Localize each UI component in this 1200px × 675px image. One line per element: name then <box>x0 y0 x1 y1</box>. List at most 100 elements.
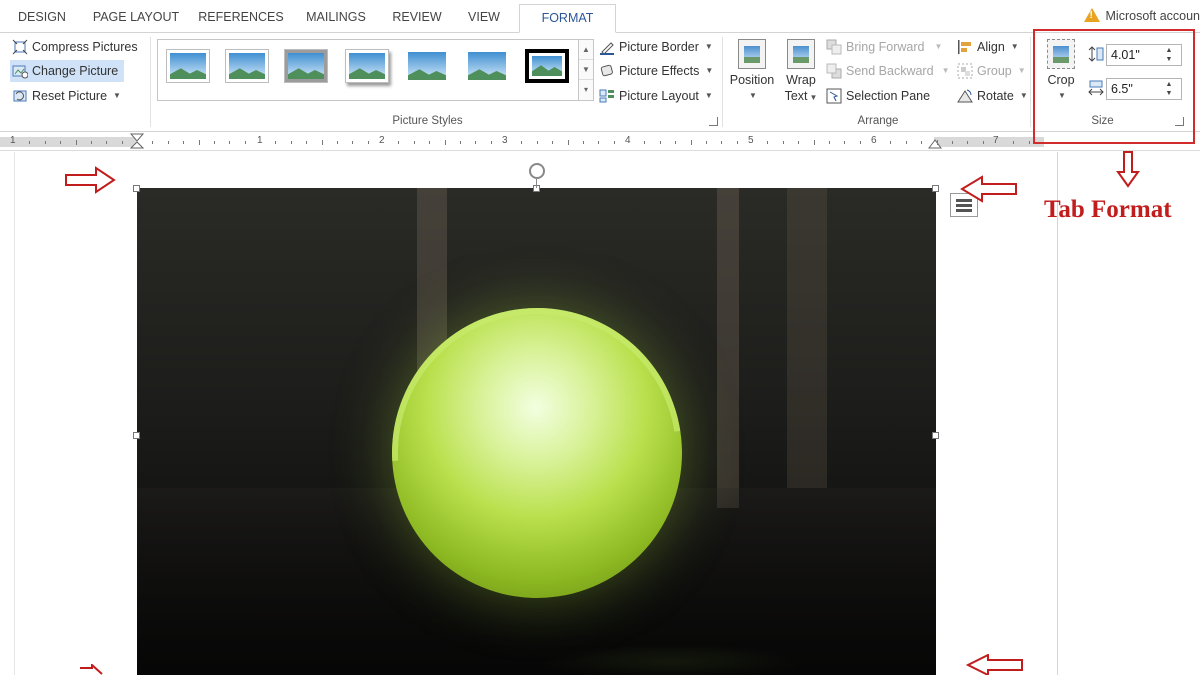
ruler-tick <box>229 141 230 144</box>
chevron-down-icon: ▼ <box>704 42 713 51</box>
picture-layout-button[interactable]: Picture Layout ▼ <box>599 85 713 107</box>
style-drop-shadow[interactable] <box>345 49 389 83</box>
account-menu[interactable]: Microsoft accoun <box>1083 8 1200 23</box>
style-soft-edge[interactable] <box>465 49 509 83</box>
picture-styles-group-label: Picture Styles <box>392 115 463 127</box>
style-metal-frame[interactable] <box>284 49 328 83</box>
ruler-tick <box>60 141 61 144</box>
ruler-number: 6 <box>871 135 877 146</box>
align-label: Align <box>977 40 1005 54</box>
ruler-tick <box>337 141 338 144</box>
ruler-tick <box>199 140 200 145</box>
picture-effects-button[interactable]: Picture Effects ▼ <box>599 60 713 82</box>
ruler-number: 5 <box>748 135 754 146</box>
dialog-launcher-icon[interactable] <box>709 117 718 126</box>
ruler-tick <box>491 141 492 144</box>
tab-references[interactable]: REFERENCES <box>196 6 286 32</box>
style-thick-black-frame[interactable] <box>525 49 569 83</box>
bring-forward-label: Bring Forward <box>846 40 925 54</box>
rotate-handle-icon[interactable] <box>529 163 545 179</box>
left-arrow-icon <box>965 654 1023 675</box>
right-indent-marker[interactable] <box>928 139 942 151</box>
selection-pane-button[interactable]: Selection Pane <box>826 85 930 107</box>
chevron-down-icon: ▼ <box>749 91 757 100</box>
selected-picture[interactable] <box>137 188 936 675</box>
change-picture-icon <box>12 63 29 79</box>
scroll-up-icon[interactable]: ▲ <box>579 40 593 60</box>
chevron-down-icon: ▼ <box>1017 66 1026 75</box>
position-label: Position <box>729 73 775 87</box>
pencil-icon <box>599 39 615 55</box>
tab-view[interactable]: VIEW <box>460 6 508 32</box>
send-backward-icon <box>826 63 842 79</box>
ruler-tick <box>460 141 461 144</box>
effects-icon <box>599 63 615 79</box>
ruler-tick <box>122 141 123 144</box>
ruler-tick <box>475 141 476 144</box>
style-beveled-matte[interactable] <box>225 49 269 83</box>
ruler-tick <box>1013 141 1014 144</box>
send-backward-button[interactable]: Send Backward ▼ <box>826 60 949 82</box>
ruler-tick <box>568 140 569 145</box>
position-icon <box>738 39 766 69</box>
resize-handle-right[interactable] <box>932 432 939 439</box>
resize-handle-top-left[interactable] <box>133 185 140 192</box>
bring-forward-button[interactable]: Bring Forward ▼ <box>826 36 942 58</box>
rotate-button[interactable]: Rotate ▼ <box>957 85 1028 107</box>
ruler-tick <box>106 141 107 144</box>
tab-review[interactable]: REVIEW <box>386 6 448 32</box>
size-group-highlight <box>1033 29 1195 144</box>
reset-picture-button[interactable]: Reset Picture ▼ <box>12 85 121 107</box>
background-beam <box>787 188 827 488</box>
chevron-down-icon: ▼ <box>809 93 818 102</box>
picture-layout-label: Picture Layout <box>619 89 699 103</box>
ruler-tick <box>275 141 276 144</box>
rotate-label: Rotate <box>977 89 1014 103</box>
style-simple-frame[interactable] <box>166 49 210 83</box>
ruler-tick <box>783 141 784 144</box>
compress-pictures-button[interactable]: Compress Pictures <box>12 36 138 58</box>
tab-mailings[interactable]: MAILINGS <box>298 6 374 32</box>
resize-handle-top-right[interactable] <box>932 185 939 192</box>
ruler-tick <box>214 141 215 144</box>
left-arrow-icon <box>960 175 1017 203</box>
picture-styles-gallery <box>157 39 579 101</box>
resize-handle-left[interactable] <box>133 432 140 439</box>
reset-picture-label: Reset Picture <box>32 89 108 103</box>
align-button[interactable]: Align ▼ <box>957 36 1019 58</box>
send-backward-label: Send Backward <box>846 64 934 78</box>
reset-picture-icon <box>12 88 28 104</box>
position-button[interactable]: Position ▼ <box>727 39 777 104</box>
style-reflected[interactable] <box>405 49 449 83</box>
down-arrow-icon <box>1116 151 1140 188</box>
warning-icon <box>1083 8 1100 22</box>
picture-effects-label: Picture Effects <box>619 64 700 78</box>
wrap-text-button[interactable]: Wrap Text ▼ <box>780 39 822 106</box>
ruler-tick <box>398 141 399 144</box>
right-arrow-icon <box>65 166 116 194</box>
horizontal-ruler[interactable]: 1 1 2 3 4 5 6 7 <box>0 133 1200 151</box>
ruler-tick <box>737 141 738 144</box>
compress-icon <box>12 39 28 55</box>
tab-design[interactable]: DESIGN <box>10 6 74 32</box>
tab-format[interactable]: FORMAT <box>519 4 616 33</box>
more-styles-icon[interactable]: ▾ <box>579 80 593 100</box>
change-picture-button[interactable]: Change Picture <box>10 60 125 82</box>
annotation-label: Tab Format <box>1044 196 1172 223</box>
background-beam <box>717 188 739 508</box>
ruler-tick <box>352 141 353 144</box>
ruler-tick <box>429 141 430 144</box>
left-indent-marker[interactable] <box>130 133 144 151</box>
gallery-scroll[interactable]: ▲ ▼ ▾ <box>578 39 594 101</box>
ribbon: Compress Pictures Change Picture Reset P… <box>0 32 1200 132</box>
ruler-tick <box>691 140 692 145</box>
chevron-down-icon: ▼ <box>705 66 714 75</box>
scroll-down-icon[interactable]: ▼ <box>579 60 593 80</box>
tab-page-layout[interactable]: PAGE LAYOUT <box>86 6 186 32</box>
group-label: Group <box>977 64 1012 78</box>
group-button[interactable]: Group ▼ <box>957 60 1026 82</box>
ruler-tick <box>675 141 676 144</box>
picture-border-button[interactable]: Picture Border ▼ <box>599 36 713 58</box>
ruler-tick <box>91 141 92 144</box>
ruler-number: 4 <box>625 135 631 146</box>
